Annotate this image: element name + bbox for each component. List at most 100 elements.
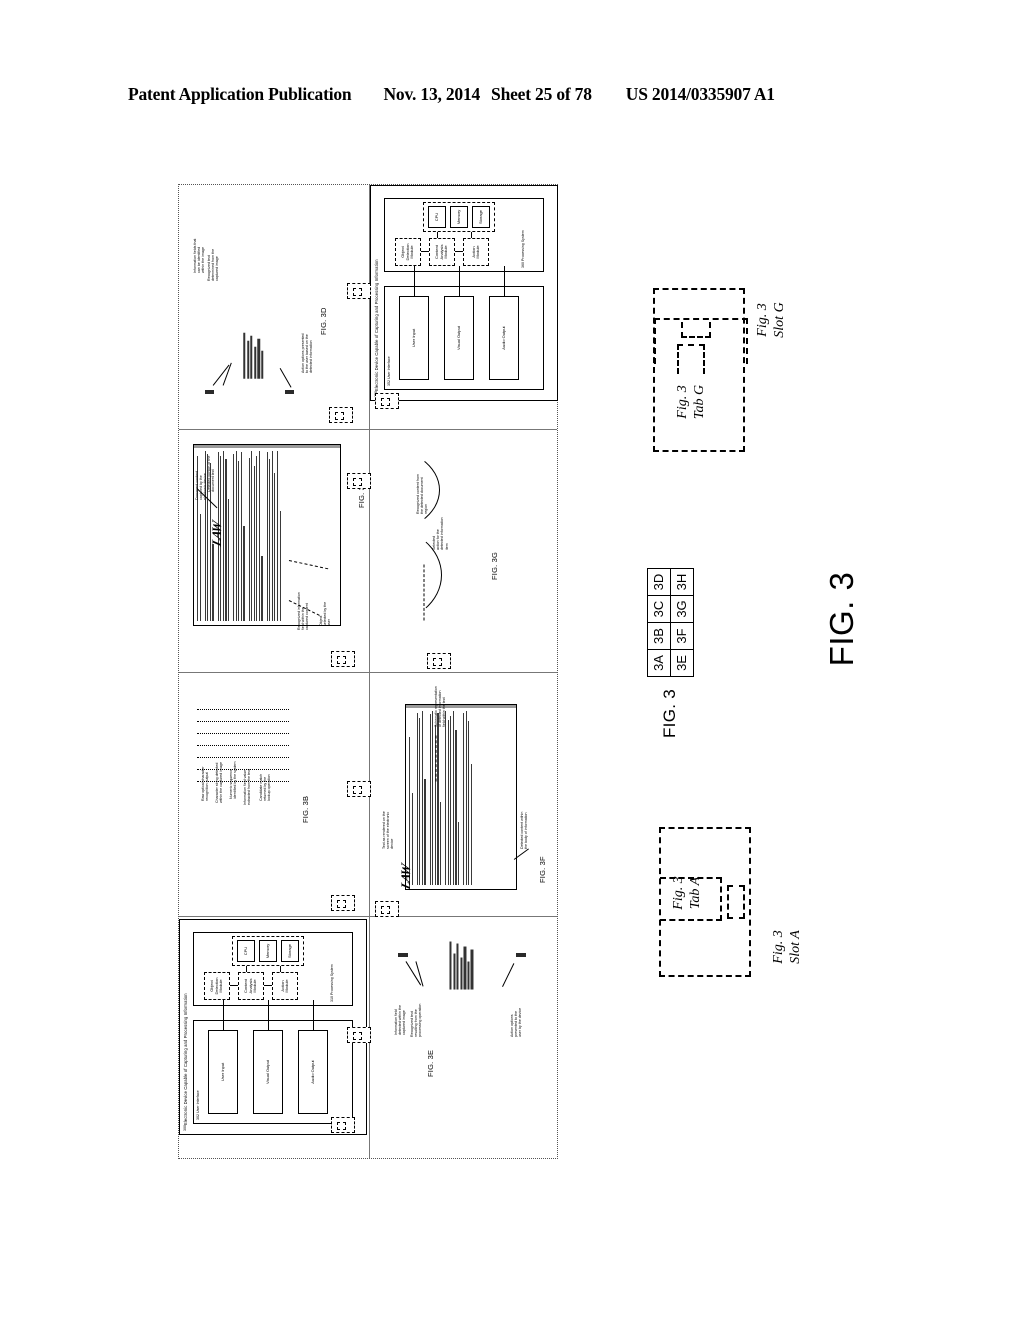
mini-art-3e	[449, 941, 474, 990]
connector-tab-4	[331, 651, 355, 667]
bd-3a-mid-box-2: Action Module	[272, 972, 298, 1000]
block-diagram-3a: Electronic Device Capable of Capturing a…	[179, 919, 367, 1135]
slot-g-key	[681, 322, 711, 338]
panel-fig-3d: FIG. 3D Information fields that can be i…	[179, 185, 369, 429]
connector-tab-5	[427, 653, 451, 669]
bd-3a-mid-box-0: Object Detection Module	[204, 972, 230, 1000]
dot-row-3	[197, 745, 289, 746]
callout-3c-2: Detected portion of the document text	[207, 455, 216, 492]
signature-mark-3f: LAW	[397, 863, 413, 891]
dot-row-2	[197, 733, 289, 734]
table-row: 3A 3B 3C 3D	[647, 568, 670, 677]
figure-main-caption: FIG. 3	[823, 571, 860, 667]
document-3f-rotated	[405, 704, 517, 890]
panel-caption-3e: FIG. 3E	[426, 1049, 435, 1077]
callout-3d-1: Information fields that can be identifie…	[193, 238, 206, 273]
composite-figure-frame: FIG. 3D Information fields that can be i…	[178, 184, 558, 1159]
table-row: 3E 3F 3G 3H	[670, 568, 693, 677]
callout-3f-1: Text as rendered on the screen of the el…	[382, 811, 395, 849]
key-cell-3a: 3A	[647, 649, 670, 677]
callout-3d-3: Action options presented to the user bas…	[301, 333, 314, 373]
dot-row-0	[197, 709, 289, 710]
callout-3e-2: Recognized text resulting from the proce…	[410, 1003, 423, 1037]
legend-a-rotated: Fig. 3 Tab A Fig. 3 Slot A	[649, 813, 839, 977]
panel-fig-3b: FIG. 3B Raw optical character recognitio…	[179, 673, 369, 916]
document-3f-spine	[406, 705, 516, 708]
panel-caption-3b: FIG. 3B	[301, 795, 310, 823]
block-diagram-3h: Electronic Device Capable of Capturing a…	[370, 185, 558, 401]
bd-3a-inner-label-1: Memory	[264, 943, 270, 959]
bd-3h-arrow-6	[455, 251, 463, 252]
dot-row-4	[197, 757, 289, 758]
bd-3a-arrow-4	[280, 966, 281, 972]
bd-3a-mid-label-1: Content Analysis Module	[243, 978, 258, 994]
slot-a-label: Fig. 3 Slot A	[771, 911, 804, 983]
bd-3a-arrow-1	[268, 1000, 269, 1030]
callout-3b-4: Information field value extracted from t…	[243, 769, 252, 805]
sheet-number: Sheet 25 of 78	[491, 84, 592, 104]
connector-inner-4	[337, 656, 346, 664]
key-cell-3h: 3H	[670, 568, 693, 596]
panel-fig-3g: FIG. 3G Recognized content from the dete…	[370, 430, 559, 672]
block-diagram-3a-rotated: Electronic Device Capable of Capturing a…	[179, 919, 367, 1135]
connector-inner-10	[337, 1122, 346, 1130]
callout-3d-2: Recognized text determined from the capt…	[207, 248, 220, 281]
bd-3h-top-label-1: Visual Output	[455, 326, 461, 350]
publication-header: Patent Application Publication Nov. 13, …	[128, 84, 896, 105]
bd-3h-title: Electronic Device Capable of Capturing a…	[374, 259, 379, 391]
tab-g-label: Fig. 3 Tab G	[675, 370, 708, 434]
mini-marker-3e-1	[398, 953, 408, 957]
panel-caption-3d: FIG. 3D	[319, 307, 328, 335]
callout-3e-3: Action options presented to the user by …	[510, 1007, 523, 1037]
mini-art-3d	[243, 332, 264, 379]
bd-3a-mid-box-1: Content Analysis Module	[238, 972, 264, 1000]
bd-3a-top-label-0: User Input	[219, 1062, 225, 1082]
connector-tab-2	[375, 393, 399, 409]
figure-key-table: 3A 3B 3C 3D 3E 3F 3G 3H	[647, 568, 694, 677]
tab-a-line2: Tab A	[687, 876, 703, 910]
callout-3f-3: Schematic representation of detected inf…	[434, 686, 447, 727]
bd-3a-arrow-5	[230, 985, 238, 986]
callout-3f-2: Detected content within the body of info…	[520, 811, 529, 849]
figure-key-label: FIG. 3	[660, 688, 679, 738]
connector-inner-6	[353, 786, 362, 794]
tab-a-label: Fig. 3 Tab A	[671, 861, 704, 925]
leader-3d-3	[279, 368, 292, 388]
bd-3h-inner-box-1: Memory	[450, 206, 468, 228]
callout-3e-1: Information field detected within the ca…	[394, 1005, 407, 1035]
slot-g-line1: Fig. 3	[755, 303, 770, 337]
bd-3a-inner-box-0: CPU	[237, 940, 255, 962]
panel-fig-3f: FIG. 3F LAW Text as rendered on the scre…	[370, 673, 559, 916]
mini-marker-3d-1	[205, 390, 214, 394]
connector-inner-7	[337, 900, 346, 908]
bd-3a-processing-label: 310 Processing System	[330, 964, 334, 1002]
bd-3h-ui-label: 352 User Interface	[387, 356, 391, 386]
connector-tab-7	[331, 895, 355, 911]
connector-tab-10	[331, 1117, 355, 1133]
legend-tab-slot-a: Fig. 3 Tab A Fig. 3 Slot A	[659, 800, 826, 990]
callout-3g-2: Selected action for the detected informa…	[432, 517, 449, 550]
callout-3b-2: Character string detected within the cap…	[215, 762, 224, 803]
key-cell-3c: 3C	[647, 595, 670, 623]
bd-3a-mid-label-2: Action Module	[279, 979, 289, 993]
tab-g-line1: Fig. 3	[675, 385, 690, 419]
bd-3h-arrow-1	[459, 266, 460, 296]
bd-3h-top-label-2: Audio Output	[500, 326, 506, 350]
tab-a-line1: Fig. 3	[671, 876, 686, 910]
key-cell-3b: 3B	[647, 622, 670, 650]
bd-3h-top-box-1: Visual Output	[444, 296, 474, 380]
bd-3h-arrow-5	[421, 251, 429, 252]
document-3f	[405, 704, 517, 890]
bd-3a-title: Electronic Device Capable of Capturing a…	[183, 993, 188, 1125]
bd-3a-arrow-0	[223, 1000, 224, 1030]
bd-3h-inner-box-0: CPU	[428, 206, 446, 228]
bd-3h-arrow-0	[414, 266, 415, 296]
leader-3f-1	[435, 735, 437, 782]
bd-3a-arrow-3	[246, 966, 247, 972]
tab-g-line2: Tab G	[691, 384, 707, 420]
document-3c-spine	[194, 445, 340, 448]
bd-3a-arrow-2	[313, 1000, 314, 1030]
bd-3a-top-box-0: User Input	[208, 1030, 238, 1114]
bd-3h-arrow-4	[471, 232, 472, 238]
connector-inner-1	[335, 412, 344, 420]
